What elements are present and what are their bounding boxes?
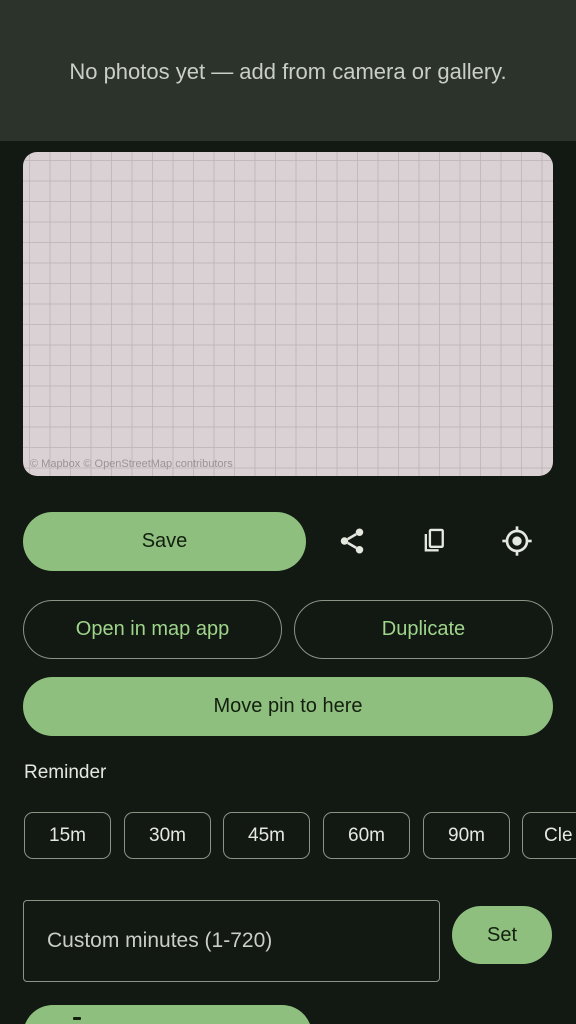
chip-label: 60m: [348, 824, 385, 846]
set-reminder-button[interactable]: Set: [452, 906, 552, 964]
photos-empty-text: No photos yet — add from camera or galle…: [69, 58, 507, 84]
reminder-chip-60m[interactable]: 60m: [323, 812, 410, 859]
copy-icon[interactable]: [410, 517, 458, 565]
reminder-chip-clear[interactable]: Cle: [522, 812, 576, 859]
chip-label: 30m: [149, 824, 186, 846]
move-pin-label: Move pin to here: [213, 695, 363, 717]
move-pin-button[interactable]: Move pin to here: [23, 677, 553, 736]
reminder-chip-45m[interactable]: 45m: [223, 812, 310, 859]
chip-label: 45m: [248, 824, 285, 846]
bottom-action-button[interactable]: [23, 1005, 312, 1024]
reminder-chip-90m[interactable]: 90m: [423, 812, 510, 859]
share-icon[interactable]: [328, 517, 376, 565]
copy-icon-glyph: [424, 528, 444, 552]
custom-minutes-placeholder: Custom minutes (1-720): [47, 929, 273, 952]
save-button-label: Save: [141, 530, 188, 552]
button-icon: [73, 1017, 81, 1020]
duplicate-button[interactable]: Duplicate: [294, 600, 553, 659]
duplicate-label: Duplicate: [381, 618, 466, 640]
chip-label: 90m: [448, 824, 485, 846]
chip-label: Cle: [544, 824, 573, 846]
photos-empty-state: No photos yet — add from camera or galle…: [0, 0, 576, 141]
map-view[interactable]: © Mapbox © OpenStreetMap contributors: [23, 152, 553, 476]
save-button[interactable]: Save: [23, 512, 306, 571]
reminder-chip-15m[interactable]: 15m: [24, 812, 111, 859]
note-detail-screen: No photos yet — add from camera or galle…: [0, 0, 576, 1024]
open-in-map-app-button[interactable]: Open in map app: [23, 600, 282, 659]
chip-label: 15m: [49, 824, 86, 846]
set-label: Set: [486, 923, 518, 946]
reminder-chip-30m[interactable]: 30m: [124, 812, 211, 859]
open-in-map-app-label: Open in map app: [75, 618, 230, 640]
reminder-heading: Reminder: [24, 762, 107, 783]
my-location-icon-glyph: [502, 526, 532, 556]
map-attribution: © Mapbox © OpenStreetMap contributors: [30, 458, 233, 470]
share-icon-glyph: [340, 528, 364, 554]
custom-minutes-input[interactable]: Custom minutes (1-720): [23, 900, 440, 982]
my-location-icon[interactable]: [493, 517, 541, 565]
